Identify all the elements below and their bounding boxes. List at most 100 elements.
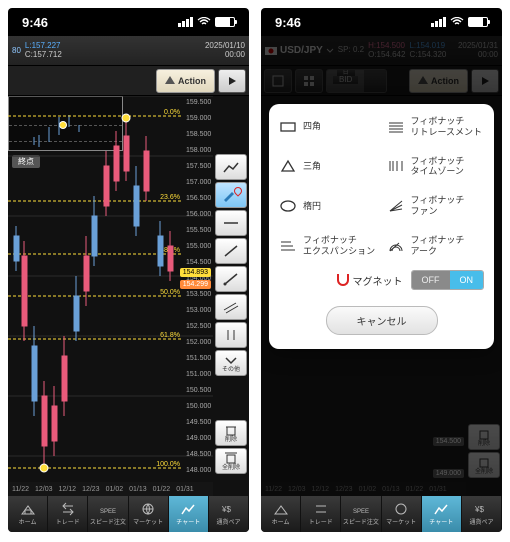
status-time: 9:46 <box>275 15 301 30</box>
info-time: 00:00 <box>205 51 245 60</box>
magnet-switch[interactable]: OFF ON <box>411 270 485 290</box>
svg-text:0.0%: 0.0% <box>164 109 180 116</box>
status-indicators <box>431 17 488 27</box>
svg-text:152.500: 152.500 <box>186 323 211 330</box>
status-bar: 9:46 <box>261 8 502 36</box>
svg-text:156.500: 156.500 <box>186 195 211 202</box>
svg-text:150.000: 150.000 <box>186 403 211 410</box>
svg-text:149.000: 149.000 <box>186 435 211 442</box>
svg-text:¥$: ¥$ <box>474 505 484 514</box>
nav-speed[interactable]: SPEEDスピード注文 <box>341 496 381 532</box>
nav-pairs[interactable]: ¥$通貨ペア <box>209 496 249 532</box>
nav-home[interactable]: ホーム <box>8 496 48 532</box>
magnet-icon <box>337 274 349 286</box>
ellipse-icon <box>279 197 297 215</box>
svg-text:159.500: 159.500 <box>186 99 211 106</box>
nav-home[interactable]: ホーム <box>261 496 301 532</box>
svg-text:50.0%: 50.0% <box>160 289 180 296</box>
svg-text:148.000: 148.000 <box>186 467 211 474</box>
svg-text:158.500: 158.500 <box>186 131 211 138</box>
battery-icon <box>215 17 235 27</box>
triangle-icon <box>279 157 297 175</box>
svg-text:153.000: 153.000 <box>186 307 211 314</box>
bottom-nav: ホーム トレード SPEEDスピード注文 マーケット チャート ¥$通貨ペア <box>261 496 502 532</box>
nav-trade[interactable]: トレード <box>48 496 88 532</box>
svg-text:23.6%: 23.6% <box>160 194 180 201</box>
phone-right: 9:46 USD/JPY SP: 0.2 H:154.500 O:154.642… <box>261 8 502 532</box>
svg-text:152.000: 152.000 <box>186 339 211 346</box>
wifi-icon <box>197 17 211 27</box>
phone-left: 9:46 80 L:157.227 C:157.712 2025/01/10 0… <box>8 8 249 532</box>
fib-timezone-icon <box>387 157 405 175</box>
shape-ellipse[interactable]: 楕円 <box>279 195 377 217</box>
drawing-tools: その他 削除 全削除 <box>215 154 247 474</box>
nav-speed[interactable]: SPEEDスピード注文 <box>88 496 128 532</box>
fib-retrace-icon <box>387 118 405 136</box>
shape-fib-fan[interactable]: フィボナッチ ファン <box>387 195 485 217</box>
svg-text:150.500: 150.500 <box>186 387 211 394</box>
wifi-icon <box>450 17 464 27</box>
tool-line-icon[interactable] <box>215 238 247 264</box>
x-axis: 11/2212/0312/1212/2301/0201/1301/2201/31 <box>8 482 213 496</box>
nav-chart[interactable]: チャート <box>169 496 209 532</box>
svg-text:158.000: 158.000 <box>186 147 211 154</box>
tool-vertical-icon[interactable] <box>215 322 247 348</box>
svg-text:151.000: 151.000 <box>186 371 211 378</box>
svg-text:100.0%: 100.0% <box>156 461 180 468</box>
cancel-button[interactable]: キャンセル <box>326 306 438 335</box>
candlestick-chart[interactable]: 0.0% 23.6% 38.2% 50.0% 61.8% 100.0% <box>8 96 213 482</box>
fib-fan-icon <box>387 197 405 215</box>
shape-fib-retracement[interactable]: フィボナッチ リトレースメント <box>387 116 485 138</box>
rectangle-icon <box>279 118 297 136</box>
svg-text:61.8%: 61.8% <box>160 332 180 339</box>
svg-text:157.000: 157.000 <box>186 179 211 186</box>
status-time: 9:46 <box>22 15 48 30</box>
svg-text:153.500: 153.500 <box>186 291 211 298</box>
shape-fib-expansion[interactable]: フィボナッチ エクスパンション <box>279 235 377 257</box>
tool-delete-all-button[interactable]: 全削除 <box>215 448 247 474</box>
tool-ray-icon[interactable] <box>215 266 247 292</box>
svg-text:SPEED: SPEED <box>100 509 116 515</box>
svg-text:155.500: 155.500 <box>186 227 211 234</box>
bottom-nav: ホーム トレード SPEEDスピード注文 マーケット チャート ¥$通貨ペア <box>8 496 249 532</box>
nav-market[interactable]: マーケット <box>382 496 422 532</box>
fib-arc-icon <box>387 237 405 255</box>
fib-expansion-icon <box>279 237 297 255</box>
tool-pencil-icon[interactable] <box>215 182 247 208</box>
shape-rectangle[interactable]: 四角 <box>279 116 377 138</box>
svg-text:157.500: 157.500 <box>186 163 211 170</box>
magnet-toggle-row: マグネット OFF ON <box>279 270 484 290</box>
svg-text:155.000: 155.000 <box>186 243 211 250</box>
nav-pairs[interactable]: ¥$通貨ペア <box>462 496 502 532</box>
shape-fib-arc[interactable]: フィボナッチ アーク <box>387 235 485 257</box>
svg-text:156.000: 156.000 <box>186 211 211 218</box>
signal-icon <box>431 17 446 27</box>
action-button[interactable]: Action <box>156 69 215 93</box>
status-bar: 9:46 <box>8 8 249 36</box>
svg-text:148.500: 148.500 <box>186 451 211 458</box>
nav-market[interactable]: マーケット <box>129 496 169 532</box>
tool-hline-icon[interactable] <box>215 210 247 236</box>
svg-text:154.500: 154.500 <box>186 259 211 266</box>
info-bar: 80 L:157.227 C:157.712 2025/01/10 00:00 <box>8 36 249 66</box>
battery-icon <box>468 17 488 27</box>
info-left-num: 80 <box>12 46 21 55</box>
toolbar: Action <box>8 66 249 96</box>
svg-text:151.500: 151.500 <box>186 355 211 362</box>
svg-text:SPEED: SPEED <box>353 509 369 515</box>
svg-text:149.500: 149.500 <box>186 419 211 426</box>
tool-trend-icon[interactable] <box>215 154 247 180</box>
chart-area[interactable]: 終点 0.0% 23.6% 38.2% 50.0% 61. <box>8 96 249 496</box>
tool-channel-icon[interactable] <box>215 294 247 320</box>
tool-more-button[interactable]: その他 <box>215 350 247 376</box>
nav-chart[interactable]: チャート <box>422 496 462 532</box>
shape-fib-timezone[interactable]: フィボナッチ タイムゾーン <box>387 156 485 178</box>
svg-text:159.000: 159.000 <box>186 115 211 122</box>
shape-triangle[interactable]: 三角 <box>279 156 377 178</box>
price-chip-last: 154.299 <box>180 280 211 289</box>
play-button[interactable] <box>218 69 246 93</box>
signal-icon <box>178 17 193 27</box>
svg-text:¥$: ¥$ <box>221 505 231 514</box>
tool-delete-button[interactable]: 削除 <box>215 420 247 446</box>
nav-trade[interactable]: トレード <box>301 496 341 532</box>
